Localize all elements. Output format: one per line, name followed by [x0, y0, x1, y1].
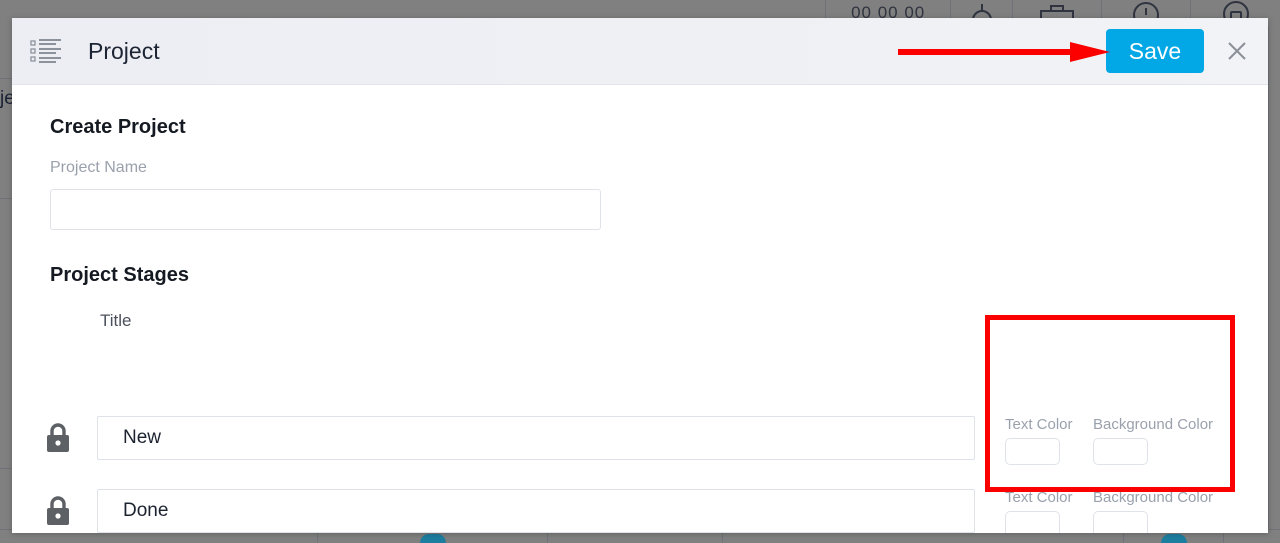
background-color-group: Background Color: [1092, 416, 1214, 465]
text-color-label: Text Color: [1005, 416, 1073, 433]
stage-color-fields: Text Color Background Color: [1005, 489, 1213, 533]
text-color-group: Text Color: [1005, 416, 1073, 465]
page-title: Project: [88, 37, 160, 64]
stage-title-input[interactable]: [97, 489, 975, 533]
background-color-group: Background Color: [1092, 489, 1214, 533]
stage-row: [44, 416, 975, 460]
modal-body: Create Project Project Name Project Stag…: [12, 85, 1268, 533]
project-modal: Project Save Create Project Project Name…: [12, 18, 1268, 533]
stage-color-fields: Text Color Background Color: [1005, 416, 1213, 465]
modal-header: Project Save: [12, 18, 1268, 85]
screen: 00 00 00 je Project Save Create Project …: [0, 0, 1280, 543]
background-color-swatch[interactable]: [1092, 438, 1148, 465]
text-color-group: Text Color: [1005, 489, 1073, 533]
project-name-input[interactable]: [50, 189, 601, 230]
background-color-swatch[interactable]: [1092, 511, 1148, 533]
create-project-heading: Create Project: [50, 116, 186, 138]
text-color-swatch[interactable]: [1005, 511, 1060, 533]
project-name-label: Project Name: [50, 159, 147, 176]
background-color-label: Background Color: [1092, 489, 1214, 506]
lock-icon: [44, 494, 72, 528]
avatar: [1160, 534, 1187, 543]
stage-row: [44, 489, 975, 533]
close-icon[interactable]: [1224, 38, 1250, 64]
lock-icon: [44, 421, 72, 455]
stage-title-input[interactable]: [97, 416, 975, 460]
background-color-label: Background Color: [1092, 416, 1214, 433]
background-divider: [1268, 26, 1269, 529]
text-color-label: Text Color: [1005, 489, 1073, 506]
avatar: [419, 534, 446, 543]
save-button[interactable]: Save: [1106, 29, 1204, 73]
header-actions: Save: [1106, 29, 1268, 73]
list-icon: [30, 36, 62, 66]
project-stages-heading: Project Stages: [50, 264, 189, 286]
text-color-swatch[interactable]: [1005, 438, 1060, 465]
stage-title-column-header: Title: [100, 311, 132, 330]
